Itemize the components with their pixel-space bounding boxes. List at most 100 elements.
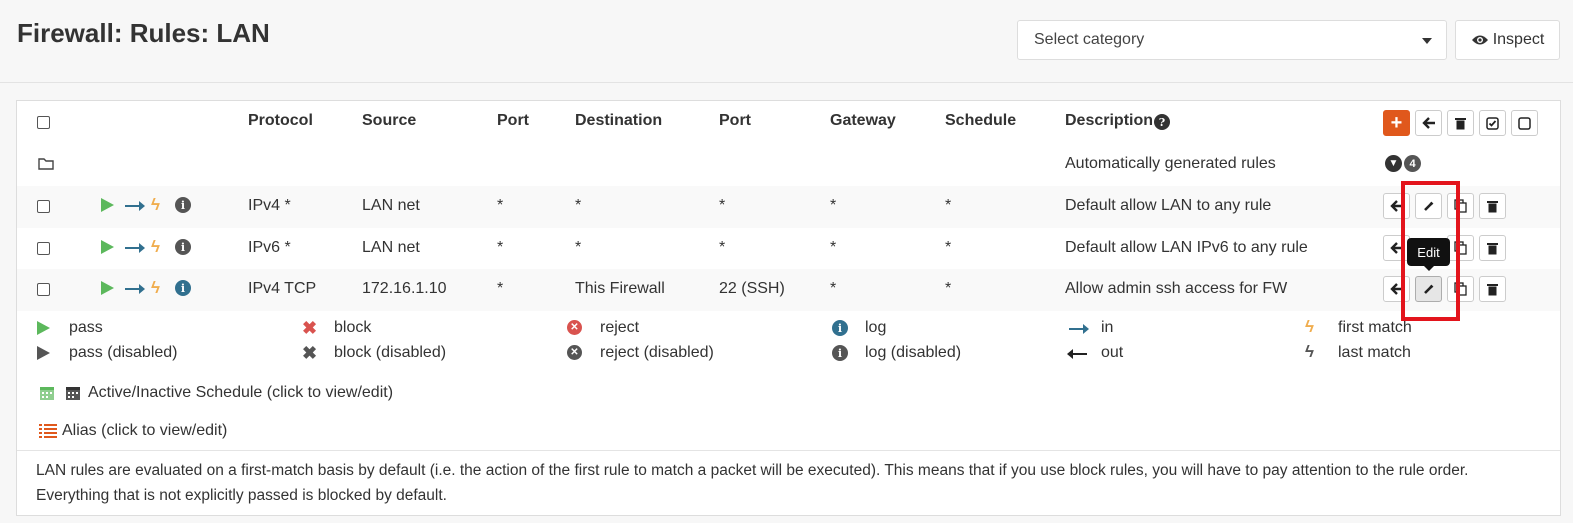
trash-icon [1487,242,1498,254]
rule-destination: * [575,197,582,214]
log-enabled-icon[interactable]: i [175,280,191,296]
last-match-legend-icon: ϟ [1305,342,1314,361]
log-info-icon[interactable]: i [175,239,191,255]
table-row: ϟ i IPv4 TCP 172.16.1.10 * This Firewall… [17,269,1560,312]
rule-checkbox[interactable] [37,283,50,296]
rule-protocol: IPv4 TCP [248,280,317,297]
help-icon[interactable]: ? [1154,114,1170,130]
legend-log: log [865,319,887,336]
rule-dst-port: 22 (SSH) [719,280,785,297]
pass-legend-icon [37,321,50,335]
rule-dst-port: * [719,197,726,214]
schedule-note: Active/Inactive Schedule (click to view/… [88,384,394,401]
arrow-left-icon [1421,117,1435,129]
legend-log-disabled: log (disabled) [865,344,962,361]
rule-protocol: IPv4 * [248,197,291,214]
legend-first-match: first match [1338,319,1412,336]
list-icon [39,424,57,438]
legend: pass pass (disabled) ✖ block ✖ block (di… [17,311,1560,375]
arrow-in-icon [125,201,145,211]
rule-gateway: * [830,197,837,214]
legend-pass: pass [69,319,103,336]
block-legend-icon: ✖ [302,318,318,338]
move-selected-button[interactable] [1415,110,1442,136]
calendar-active-icon [40,387,54,400]
rule-protocol: IPv6 * [248,239,291,256]
schedule-note-row: Active/Inactive Schedule (click to view/… [17,374,1560,413]
log-disabled-legend-icon: i [832,345,848,361]
disable-selected-button[interactable] [1511,110,1538,136]
legend-block-disabled: block (disabled) [334,344,447,361]
table-row: ϟ i IPv6 * LAN net * * * * * Default all… [17,228,1560,270]
trash-icon [1487,283,1498,295]
rule-gateway: * [830,239,837,256]
delete-button[interactable] [1479,193,1506,219]
legend-out: out [1101,344,1124,361]
select-all-checkbox[interactable] [37,116,50,129]
auto-rules-label: Automatically generated rules [1065,155,1276,172]
rule-description: Allow admin ssh access for FW [1065,280,1288,297]
category-select-value: Select category [1034,31,1145,48]
page-header: Firewall: Rules: LAN Select category Ins… [0,0,1573,83]
rule-checkbox[interactable] [37,200,50,213]
rule-schedule: * [945,239,952,256]
col-source: Source [362,112,417,129]
log-info-icon[interactable]: i [175,197,191,213]
legend-in: in [1101,319,1114,336]
legend-block: block [334,319,372,336]
block-disabled-legend-icon: ✖ [302,343,318,363]
trash-icon [1455,117,1466,129]
square-icon [1518,116,1531,130]
rule-source: 172.16.1.10 [362,280,447,297]
eye-icon [1471,35,1488,45]
add-rule-button[interactable]: + [1383,110,1410,136]
rule-source: LAN net [362,239,420,256]
arrow-in-legend-icon [1069,324,1089,334]
legend-pass-disabled: pass (disabled) [69,344,178,361]
caret-down-icon [1422,38,1432,44]
page-title: Firewall: Rules: LAN [17,18,270,48]
highlight-box [1401,181,1460,321]
col-protocol: Protocol [248,112,313,129]
delete-selected-button[interactable] [1447,110,1474,136]
pass-icon[interactable] [101,281,114,295]
category-select[interactable]: Select category [1017,20,1447,60]
arrow-in-icon [125,284,145,294]
log-legend-icon: i [832,320,848,336]
calendar-inactive-icon [66,387,80,400]
inspect-button[interactable]: Inspect [1455,20,1560,60]
rule-checkbox[interactable] [37,242,50,255]
col-description: Description [1065,112,1154,129]
folder-icon [38,158,54,170]
delete-button[interactable] [1479,276,1506,302]
legend-reject-disabled: reject (disabled) [600,344,714,361]
table-header: Protocol Source Port Destination Port Ga… [17,101,1560,146]
trash-icon [1487,200,1498,212]
rules-panel: Protocol Source Port Destination Port Ga… [16,100,1561,516]
pass-icon[interactable] [101,198,114,212]
col-dest-port: Port [719,112,751,129]
first-match-icon: ϟ [151,195,160,214]
col-gateway: Gateway [830,112,896,129]
rule-gateway: * [830,280,837,297]
auto-rules-group[interactable]: Automatically generated rules ▼ 4 [17,145,1560,187]
pass-icon[interactable] [101,240,114,254]
check-square-icon [1486,116,1499,130]
expand-group-toggle[interactable]: ▼ 4 [1385,155,1421,172]
rule-dst-port: * [719,239,726,256]
col-destination: Destination [575,112,663,129]
inspect-label: Inspect [1492,31,1545,48]
rule-src-port: * [497,197,504,214]
legend-last-match: last match [1338,344,1411,361]
rule-src-port: * [497,239,504,256]
delete-button[interactable] [1479,235,1506,261]
rule-source: LAN net [362,197,420,214]
rule-schedule: * [945,280,952,297]
first-match-legend-icon: ϟ [1305,317,1314,336]
col-schedule: Schedule [945,112,1017,129]
table-row: ϟ i IPv4 * LAN net * * * * * Default all… [17,186,1560,229]
enable-selected-button[interactable] [1479,110,1506,136]
first-match-icon: ϟ [151,237,160,256]
rule-schedule: * [945,197,952,214]
arrow-in-icon [125,243,145,253]
